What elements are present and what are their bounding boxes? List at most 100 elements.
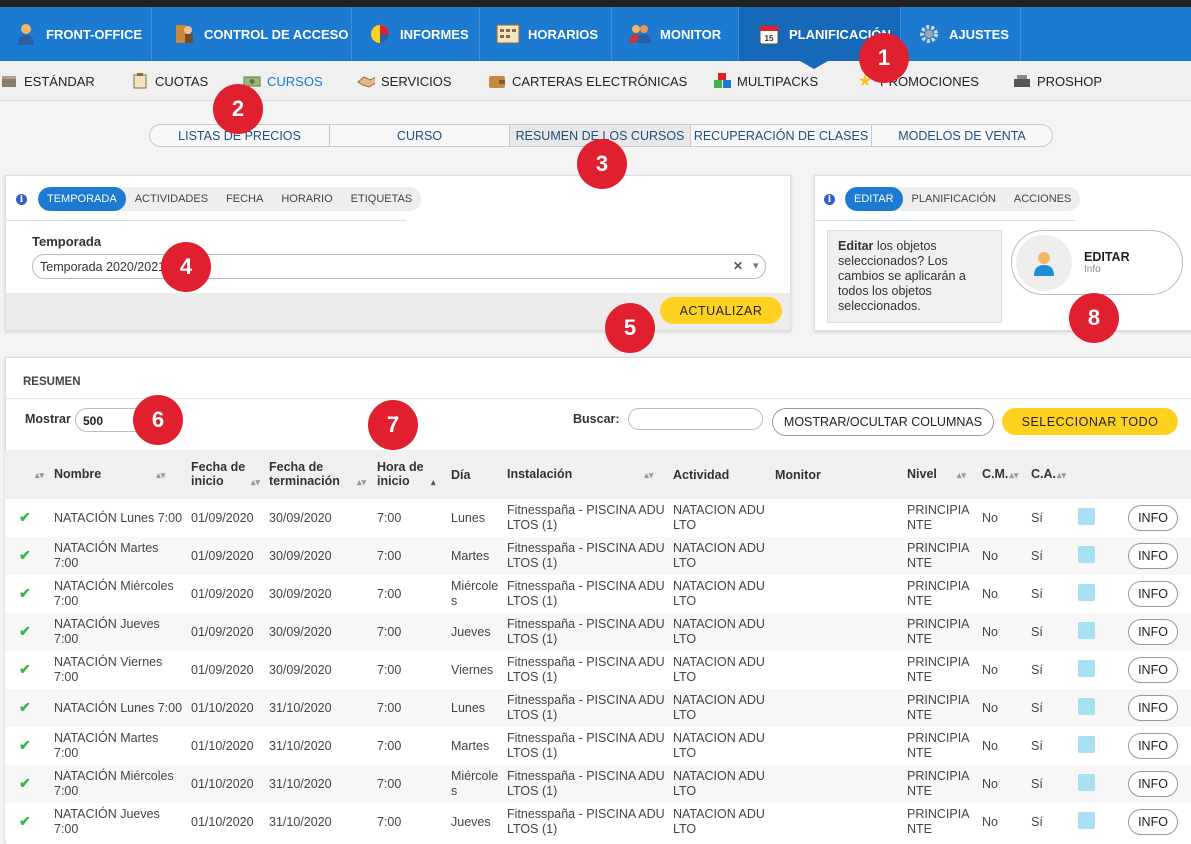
chevron-down-icon[interactable]: ▾ <box>753 259 759 272</box>
subnav-item-cursos[interactable]: CURSOS <box>243 73 323 89</box>
select-all-button[interactable]: SELECCIONAR TODO <box>1002 408 1178 435</box>
subnav-item-multipacks[interactable]: MULTIPACKS <box>713 73 818 89</box>
info-button[interactable]: INFO <box>1128 695 1178 721</box>
cell-actividad: NATACION ADULTO <box>670 689 772 727</box>
column-header-nivel[interactable]: Nivel ▴▾ <box>904 450 979 499</box>
info-icon[interactable]: i <box>16 194 27 205</box>
column-header-actividad[interactable]: Actividad <box>670 450 772 499</box>
table-row[interactable]: ✔ NATACIÓN Jueves 7:00 01/10/2020 31/10/202… <box>5 803 1191 841</box>
column-header-select[interactable]: ▴▾ <box>5 450 51 499</box>
tab-curso[interactable]: CURSO <box>330 125 510 146</box>
cell-nombre: NATACIÓN Viernes 7:00 <box>51 651 188 689</box>
row-status: ✔ <box>5 651 51 689</box>
sort-icon: ▴▾ <box>1057 470 1067 480</box>
annotation-badge-1: 1 <box>859 33 909 83</box>
info-button[interactable]: INFO <box>1128 619 1178 645</box>
cell-nivel: PRINCIPIANTE <box>904 689 979 727</box>
cell-instalacion: Fitnesspaña - PISCINA ADULTOS (1) <box>504 499 670 537</box>
row-status: ✔ <box>5 765 51 803</box>
sort-icon: ▴▾ <box>357 477 367 487</box>
check-icon: ✔ <box>19 775 31 791</box>
subnav-item-cuotas[interactable]: CUOTAS <box>131 73 208 89</box>
table-row[interactable]: ✔ NATACIÓN Viernes 7:00 01/09/2020 30/09/20… <box>5 651 1191 689</box>
cell-fecha-terminacion: 31/10/2020 <box>266 727 374 765</box>
column-header-dia[interactable]: Día <box>448 450 504 499</box>
column-header-nombre[interactable]: Nombre ▴▾ <box>51 450 188 499</box>
check-icon: ✔ <box>19 737 31 753</box>
cell-dia: Martes <box>448 537 504 575</box>
cell-actions: INFO <box>1125 765 1191 803</box>
cell-nombre: NATACIÓN Miércoles 7:00 <box>51 765 188 803</box>
nav-item-monitor[interactable]: MONITOR <box>612 7 739 61</box>
tab-acciones[interactable]: ACCIONES <box>1005 187 1080 211</box>
annotation-badge-7: 7 <box>368 400 418 450</box>
table-row[interactable]: ✔ NATACIÓN Lunes 7:00 01/10/2020 31/10/2020… <box>5 689 1191 727</box>
wallet-icon <box>488 73 506 89</box>
nav-item-control-acceso[interactable]: CONTROL DE ACCESO <box>152 7 352 61</box>
tab-modelos-de-venta[interactable]: MODELOS DE VENTA <box>872 125 1052 146</box>
temporada-select[interactable]: Temporada 2020/2021 ✕ ▾ <box>32 254 766 279</box>
cell-fecha-inicio: 01/09/2020 <box>188 651 266 689</box>
nav-item-horarios[interactable]: HORARIOS <box>480 7 612 61</box>
actualizar-button[interactable]: ACTUALIZAR <box>660 297 782 324</box>
table-row[interactable]: ✔ NATACIÓN Jueves 7:00 01/09/2020 30/09/202… <box>5 613 1191 651</box>
table-row[interactable]: ✔ NATACIÓN Lunes 7:00 01/09/2020 30/09/2020… <box>5 499 1191 537</box>
cell-actividad: NATACION ADULTO <box>670 765 772 803</box>
cell-hora-inicio: 7:00 <box>374 613 448 651</box>
info-button[interactable]: INFO <box>1128 543 1178 569</box>
info-icon[interactable]: i <box>824 194 835 205</box>
nav-item-front-office[interactable]: FRONT-OFFICE <box>0 7 152 61</box>
cell-nivel: PRINCIPIANTE <box>904 651 979 689</box>
column-header-instalacion[interactable]: Instalación ▴▾ <box>504 450 670 499</box>
info-button[interactable]: INFO <box>1128 771 1178 797</box>
tab-horario[interactable]: HORARIO <box>272 187 341 211</box>
summary-tab[interactable]: RESUMEN <box>23 376 81 388</box>
column-header-fecha-terminacion[interactable]: Fecha de terminación ▴▾ <box>266 450 374 499</box>
subnav-item-proshop[interactable]: PROSHOP <box>1013 73 1102 89</box>
edit-card[interactable]: EDITAR Info <box>1011 230 1183 295</box>
check-icon: ✔ <box>19 623 31 639</box>
table-row[interactable]: ✔ NATACIÓN Martes 7:00 01/09/2020 30/09/202… <box>5 537 1191 575</box>
tab-actividades[interactable]: ACTIVIDADES <box>126 187 217 211</box>
tab-planificacion[interactable]: PLANIFICACIÓN <box>903 187 1005 211</box>
info-button[interactable]: INFO <box>1128 809 1178 835</box>
tab-recuperacion-de-clases[interactable]: RECUPERACIÓN DE CLASES <box>691 125 872 146</box>
info-button[interactable]: INFO <box>1128 505 1178 531</box>
subnav-item-servicios[interactable]: SERVICIOS <box>357 73 452 89</box>
column-header-monitor[interactable]: Monitor <box>772 450 904 499</box>
cell-nombre: NATACIÓN Martes 7:00 <box>51 727 188 765</box>
subnav-label: SERVICIOS <box>381 73 452 89</box>
clear-icon[interactable]: ✕ <box>733 259 743 273</box>
temporada-value: Temporada 2020/2021 <box>40 260 166 274</box>
column-header-fecha-inicio[interactable]: Fecha de inicio ▴▾ <box>188 450 266 499</box>
tab-editar[interactable]: EDITAR <box>845 187 903 211</box>
tab-etiquetas[interactable]: ETIQUETAS <box>342 187 422 211</box>
info-button[interactable]: INFO <box>1128 733 1178 759</box>
cell-actividad: NATACION ADULTO <box>670 727 772 765</box>
nav-item-ajustes[interactable]: AJUSTES <box>901 7 1021 61</box>
cell-fecha-terminacion: 30/09/2020 <box>266 499 374 537</box>
check-icon: ✔ <box>19 699 31 715</box>
cell-color <box>1075 537 1125 575</box>
info-button[interactable]: INFO <box>1128 657 1178 683</box>
column-header-cm[interactable]: C.M.▴▾ <box>979 450 1028 499</box>
info-button[interactable]: INFO <box>1128 581 1178 607</box>
column-label: Nivel <box>907 467 937 481</box>
cell-dia: Lunes <box>448 689 504 727</box>
tab-temporada[interactable]: TEMPORADA <box>38 187 126 211</box>
edit-tabs-underline <box>815 220 1075 221</box>
subnav-item-estandar[interactable]: ESTÁNDAR <box>0 73 95 89</box>
table-row[interactable]: ✔ NATACIÓN Miércoles 7:00 01/10/2020 31/10/… <box>5 765 1191 803</box>
tab-fecha[interactable]: FECHA <box>217 187 272 211</box>
column-header-ca[interactable]: C.A.▴▾ <box>1028 450 1075 499</box>
table-row[interactable]: ✔ NATACIÓN Martes 7:00 01/10/2020 31/10/202… <box>5 727 1191 765</box>
cell-instalacion: Fitnesspaña - PISCINA ADULTOS (1) <box>504 727 670 765</box>
column-header-hora-inicio[interactable]: Hora de inicio ▴ <box>374 450 448 499</box>
nav-item-informes[interactable]: INFORMES <box>352 7 480 61</box>
cell-hora-inicio: 7:00 <box>374 537 448 575</box>
table-row[interactable]: ✔ NATACIÓN Miércoles 7:00 01/09/2020 30/09/… <box>5 575 1191 613</box>
cell-fecha-inicio: 01/09/2020 <box>188 613 266 651</box>
toggle-columns-button[interactable]: MOSTRAR/OCULTAR COLUMNAS <box>772 408 994 436</box>
subnav-item-carteras[interactable]: CARTERAS ELECTRÓNICAS <box>488 73 687 89</box>
search-input[interactable] <box>628 408 763 430</box>
